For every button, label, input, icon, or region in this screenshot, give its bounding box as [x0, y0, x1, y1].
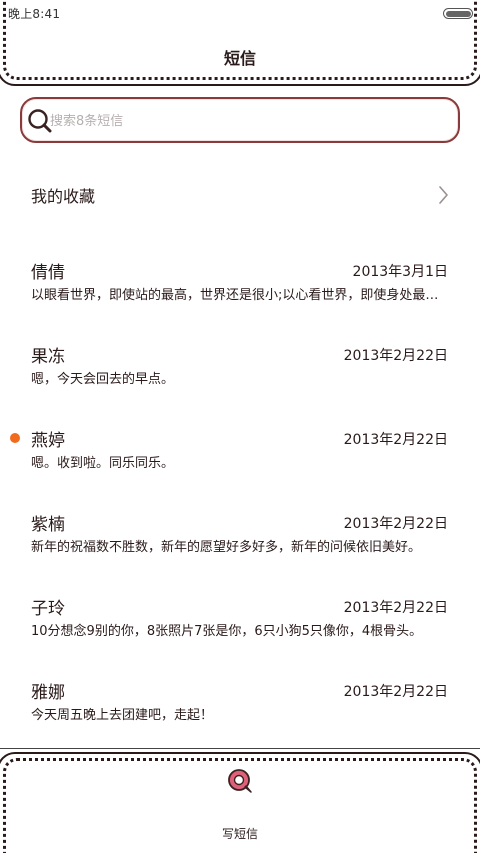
compose-label: 写短信: [221, 827, 258, 841]
message-preview: 嗯，今天会回去的早点。: [31, 372, 175, 387]
message-preview: 以眼看世界，即使站的最高，世界还是很小;以心看世界，即使身处最低，世界也是很大。: [31, 288, 451, 303]
conversation-row[interactable]: 子玲 2013年2月22日 10分想念9别的你，8张照片7张是你，6只小狗5只像…: [0, 588, 480, 672]
search-icon: [28, 109, 52, 133]
message-date: 2013年2月22日: [343, 600, 448, 616]
contact-name: 雅娜: [31, 683, 65, 703]
bottom-bar: 写短信: [0, 749, 480, 853]
conversation-row[interactable]: 燕婷 2013年2月22日 嗯。收到啦。同乐同乐。: [0, 420, 480, 504]
contact-name: 倩倩: [31, 263, 65, 283]
message-preview: 今天周五晚上去团建吧，走起！: [31, 708, 214, 723]
sms-app-screen: 晚上8:41 短信 我的收藏 倩倩 2013年3月1日 以眼看世界，即使站的最高…: [0, 0, 480, 853]
conversation-row[interactable]: 果冻 2013年2月22日 嗯，今天会回去的早点。: [0, 336, 480, 420]
unread-dot-icon: [10, 433, 20, 443]
contact-name: 紫楠: [31, 515, 65, 535]
search-box[interactable]: [20, 97, 460, 143]
chevron-right-icon: [439, 186, 448, 204]
contact-name: 果冻: [31, 347, 65, 367]
conversation-row[interactable]: 倩倩 2013年3月1日 以眼看世界，即使站的最高，世界还是很小;以心看世界，即…: [0, 252, 480, 336]
message-preview: 新年的祝福数不胜数，新年的愿望好多好多，新年的问候依旧美好。: [31, 540, 422, 555]
conversation-row[interactable]: 紫楠 2013年2月22日 新年的祝福数不胜数，新年的愿望好多好多，新年的问候依…: [0, 504, 480, 588]
compose-message-icon: [228, 769, 252, 793]
message-date: 2013年2月22日: [343, 684, 448, 700]
page-title: 短信: [223, 49, 256, 68]
message-date: 2013年2月22日: [343, 432, 448, 448]
favorites-label: 我的收藏: [31, 187, 96, 206]
header-frame: [0, 0, 480, 86]
compose-button[interactable]: 写短信: [200, 763, 280, 841]
message-date: 2013年2月22日: [343, 516, 448, 532]
message-date: 2013年3月1日: [352, 264, 448, 280]
message-date: 2013年2月22日: [343, 348, 448, 364]
search-input[interactable]: [50, 108, 440, 134]
header: 晚上8:41 短信: [0, 0, 480, 88]
message-preview: 10分想念9别的你，8张照片7张是你，6只小狗5只像你，4根骨头。: [31, 624, 423, 639]
contact-name: 子玲: [31, 599, 65, 619]
conversation-row[interactable]: 雅娜 2013年2月22日 今天周五晚上去团建吧，走起！: [0, 672, 480, 756]
status-time: 晚上8:41: [8, 7, 61, 21]
message-preview: 嗯。收到啦。同乐同乐。: [31, 456, 175, 471]
contact-name: 燕婷: [31, 431, 65, 451]
battery-icon: [443, 8, 473, 19]
battery-level: [445, 10, 471, 17]
favorites-row[interactable]: 我的收藏: [0, 168, 480, 222]
